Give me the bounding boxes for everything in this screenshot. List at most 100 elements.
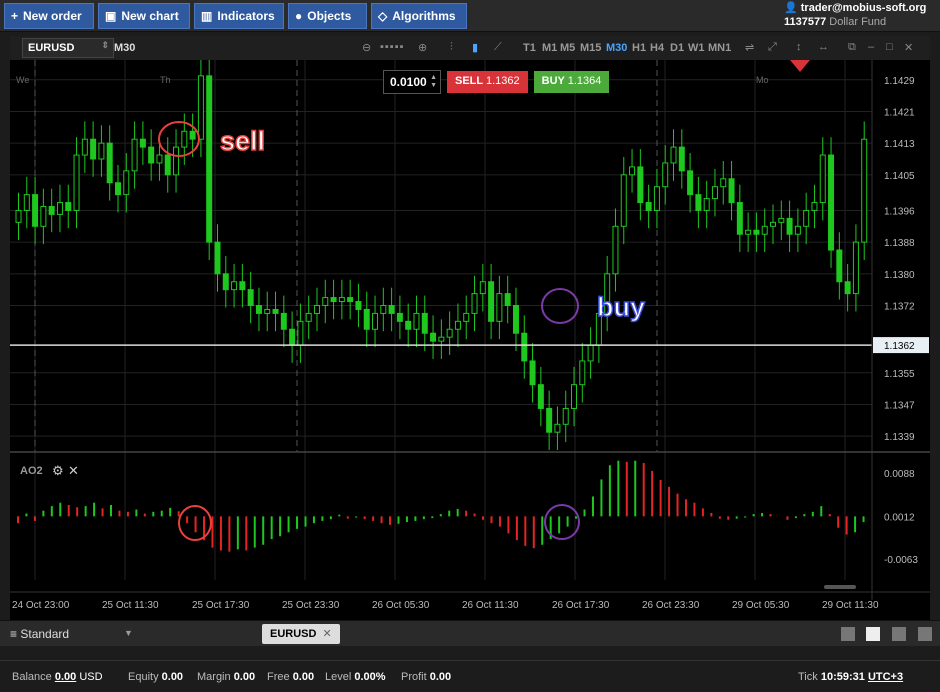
candle-body [396,312,403,322]
candle-body [181,130,188,148]
layout-select[interactable]: ≡ Standard [10,627,69,641]
price-tick-label: 1.1380 [884,270,915,281]
time-tick-label: 25 Oct 23:30 [282,600,340,611]
new-order-button[interactable]: + New order [4,3,94,29]
candle-body [322,297,329,306]
tf-m30[interactable]: M30 [606,42,627,54]
chart-tab-eurusd[interactable]: EURUSD ✕ [262,624,340,644]
day-label: Mo [756,75,769,85]
plus-icon: + [11,9,19,23]
fit-icon[interactable]: ⇌ [745,41,754,54]
zoom-in-icon[interactable]: ⊕ [418,41,427,54]
candle-body [197,75,204,140]
chart-toolbar: EURUSD ⇕ M30 ⊖ ▪▪▪▪▪ ⊕ ⫶ ▮ ⟋ T1 M1 M5 M15… [10,36,930,60]
candle-body [40,206,47,227]
candle-body [363,308,370,330]
candle-body [496,293,503,322]
buy-annotation: buy [597,292,645,322]
candle-body [305,312,312,322]
close-tab-icon[interactable]: ✕ [322,628,331,640]
layout-value: Standard [20,627,70,641]
new-chart-button[interactable]: ▣ New chart [98,3,190,29]
candle-body [819,154,826,204]
candle-body [430,332,437,342]
gear-icon: ⚙ [52,463,64,478]
tf-w1[interactable]: W1 [688,42,705,54]
time-tick-label: 26 Oct 11:30 [462,600,519,611]
candle-body [803,209,810,227]
tf-t1[interactable]: T1 [523,42,536,54]
candle-body [206,75,213,243]
candle-body [81,138,88,156]
candle-body [255,304,262,314]
layout-single-icon[interactable] [841,627,855,641]
current-price-label: 1.1362 [884,341,915,352]
vertical-resize-icon[interactable]: ↕ [796,41,802,53]
candle-body [123,170,130,196]
buy-circle [541,288,579,324]
candle-body [745,229,752,235]
candle-body [65,202,72,211]
price-tick-label: 1.1396 [884,206,915,217]
new-order-label: New order [23,9,82,23]
trade-panel: 0.0100 ▲ ▼ SELL 1.1362 BUY 1.1364 [383,70,610,94]
bottom-bar: ≡ Standard ▼ EURUSD ✕ [0,620,940,646]
candle-body [653,186,660,211]
minimize-icon[interactable]: – [868,41,874,53]
quantity-input[interactable]: 0.0100 ▲ ▼ [383,70,441,94]
candle-chart-icon[interactable]: ▮ [472,41,478,54]
popout-icon[interactable]: ⧉ [848,41,856,54]
symbol-select[interactable]: EURUSD ⇕ [22,38,114,58]
zoom-slider[interactable]: ▪▪▪▪▪ [380,41,405,53]
candle-body [131,138,138,172]
candle-body [637,166,644,204]
price-tick-label: 1.1413 [884,139,915,150]
tf-d1[interactable]: D1 [670,42,684,54]
candle-body [529,360,536,386]
account-number: 1137577 [784,16,827,28]
sell-button[interactable]: SELL 1.1362 [447,71,528,93]
candle-body [338,297,345,303]
user-icon: 👤 [784,2,798,14]
algorithms-button[interactable]: ◇ Algorithms [371,3,467,29]
objects-button[interactable]: ● Objects [288,3,367,29]
close-icon[interactable]: ✕ [904,41,913,54]
buy-button[interactable]: BUY 1.1364 [533,71,610,93]
layout-columns-icon[interactable] [892,627,906,641]
time-tick-label: 25 Oct 17:30 [192,600,250,611]
candle-body [521,332,528,362]
tf-mn1[interactable]: MN1 [708,42,731,54]
bars-icon: ▥ [201,9,213,23]
bar-chart-icon[interactable]: ⫶ [450,41,453,54]
level-status: Level 0.00% [325,671,386,683]
chevron-down-icon[interactable]: ▼ [124,628,133,638]
line-chart-icon[interactable]: ⟋ [494,41,502,54]
chart-area[interactable]: We Th Mo 1.1429 1.1421 1.1413 1.1405 1.1396 1.13… [10,58,930,620]
layout-rows-icon[interactable] [918,627,932,641]
maximize-icon[interactable]: □ [886,41,893,53]
account-info[interactable]: 👤 trader@mobius-soft.org 1137577 Dollar … [784,1,934,29]
price-chart[interactable]: We Th Mo 1.1429 1.1421 1.1413 1.1405 1.1396 1.13… [10,58,930,620]
horizontal-resize-icon[interactable]: ↔ [818,41,829,53]
indicator-name: AO2 [20,465,43,477]
candle-body [73,154,80,211]
tf-h4[interactable]: H4 [650,42,664,54]
candle-body [372,312,379,330]
expand-icon[interactable]: ⤢ [768,41,777,54]
time-tick-label: 26 Oct 23:30 [642,600,700,611]
candle-body [778,217,785,223]
zoom-out-icon[interactable]: ⊖ [362,41,371,54]
candle-body [264,308,271,314]
candle-body [330,297,337,303]
candle-body [645,202,652,211]
layout-grid-icon[interactable] [866,627,880,641]
candle-body [852,241,859,295]
tf-m5[interactable]: M5 [560,42,575,54]
tf-m15[interactable]: M15 [580,42,601,54]
tf-h1[interactable]: H1 [632,42,646,54]
indicators-button[interactable]: ▥ Indicators [194,3,284,29]
new-chart-label: New chart [121,9,179,23]
candle-body [189,130,196,140]
tf-m1[interactable]: M1 [542,42,557,54]
sell-label: SELL [455,75,483,87]
